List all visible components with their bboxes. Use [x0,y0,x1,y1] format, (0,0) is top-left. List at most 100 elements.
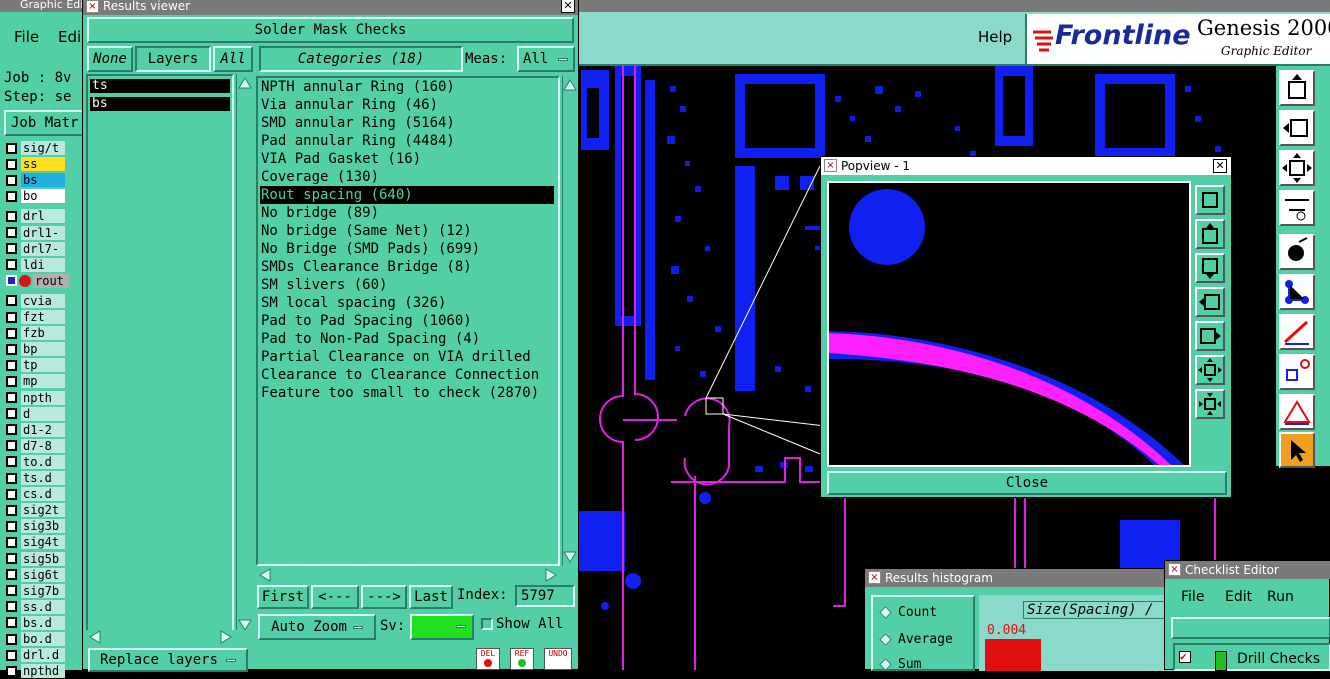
histogram-axis-label[interactable]: Size(Spacing) / [1023,601,1173,619]
checklist-menu-run[interactable]: Run [1267,589,1294,605]
layer-checkbox[interactable] [6,359,17,371]
pan-left-icon[interactable] [1195,287,1225,317]
layer-checkbox[interactable] [6,227,17,238]
layer-checkbox[interactable] [6,649,17,661]
pan-up-icon[interactable] [1195,219,1225,249]
layer-checkbox[interactable] [6,275,17,287]
layer-checkbox[interactable] [6,142,17,154]
layer-checkbox[interactable] [6,633,17,645]
category-item[interactable]: No Bridge (SMD Pads) (699) [260,240,554,258]
layer-checkbox[interactable] [6,472,17,484]
layer-checkbox[interactable] [6,440,17,452]
layer-row[interactable]: bp [6,341,65,357]
layer-list-hscrollbar[interactable] [86,630,252,644]
pan-down-icon[interactable] [1195,253,1225,283]
layer-row[interactable]: ts.d [6,470,65,486]
layer-selection-list[interactable]: ts bs [86,74,234,634]
zoom-in-icon[interactable] [1195,355,1225,385]
add-surface-icon[interactable] [1279,394,1315,430]
layers-none-button[interactable]: None [87,46,133,72]
layer-row[interactable]: fzb [6,325,65,341]
checklist-item-row[interactable]: ✔ Drill Checks [1173,643,1330,671]
category-item[interactable]: SMDs Clearance Bridge (8) [260,258,554,276]
window-up-icon[interactable] [1279,70,1315,106]
layer-row[interactable]: d1-2 [6,422,65,438]
layer-list-vscrollbar[interactable] [236,74,252,634]
layer-row[interactable]: sig5b [6,551,65,567]
layer-row[interactable]: drl7- [6,241,65,257]
layer-checkbox[interactable] [6,601,17,613]
checklist-menu-file[interactable]: File [1181,589,1204,605]
last-button[interactable]: Last [409,585,453,609]
layer-checkbox[interactable] [6,158,17,170]
layer-row[interactable]: npth [6,390,65,406]
category-item[interactable]: SM slivers (60) [260,276,554,294]
add-pad-icon[interactable] [1279,354,1315,390]
category-item[interactable]: No bridge (Same Net) (12) [260,222,554,240]
check-mark-icon[interactable]: ✔ [1179,651,1191,663]
popview-close-button[interactable]: Close [827,471,1227,495]
pan-right-icon[interactable] [1195,321,1225,351]
job-matrix-button[interactable]: Job Matr [4,110,86,136]
window-menu-icon[interactable]: × [86,0,99,13]
pointer-icon[interactable] [1279,432,1315,468]
zoom-out-icon[interactable] [1195,389,1225,419]
category-item[interactable]: Pad to Pad Spacing (1060) [260,312,554,330]
menu-file[interactable]: File [4,20,39,54]
layer-checkbox[interactable] [6,408,17,420]
histogram-bar[interactable] [985,639,1041,671]
checklist-menu-edit[interactable]: Edit [1225,589,1252,605]
layer-checkbox[interactable] [6,295,17,307]
layer-checkbox[interactable] [6,665,17,677]
layer-checkbox[interactable] [6,488,17,500]
category-item[interactable]: Clearance to Clearance Connection [260,366,554,384]
layer-row[interactable]: bo [6,188,65,204]
layer-checkbox[interactable] [6,243,17,255]
layer-row[interactable]: sig4t [6,534,65,550]
fit-window-icon[interactable] [1279,150,1315,186]
category-item[interactable]: Coverage (130) [260,168,554,186]
window-menu-icon[interactable]: × [824,159,837,172]
close-icon[interactable]: ✕ [1213,159,1227,173]
layer-row[interactable]: to.d [6,454,65,470]
category-item[interactable]: Feature too small to check (2870) [260,384,554,402]
menu-help[interactable]: Help [978,20,1012,54]
layer-row[interactable]: cs.d [6,486,65,502]
layer-row[interactable]: fzt [6,309,65,325]
category-hscrollbar[interactable] [256,568,562,582]
layer-list-item[interactable]: ts [90,79,230,93]
category-item[interactable]: VIA Pad Gasket (16) [260,150,554,168]
net-select-icon[interactable] [1279,274,1315,310]
zoom-box-icon[interactable] [1195,185,1225,215]
sv-color-dropdown[interactable] [410,614,474,640]
first-button[interactable]: First [257,585,309,609]
layer-checkbox[interactable] [6,424,17,436]
window-menu-icon[interactable]: × [868,571,881,584]
layer-checkbox[interactable] [6,585,17,597]
category-item[interactable]: NPTH annular Ring (160) [260,78,554,96]
layer-list-item[interactable]: bs [90,97,230,111]
show-all-checkbox[interactable] [481,618,493,630]
layer-row[interactable]: sig7b [6,583,65,599]
layer-row[interactable]: cvia [6,293,65,309]
layer-checkbox[interactable] [6,617,17,629]
category-item[interactable]: Via annular Ring (46) [260,96,554,114]
next-button[interactable]: ---> [361,585,407,609]
add-line-icon[interactable] [1279,314,1315,350]
popview-canvas[interactable] [827,181,1191,467]
category-item[interactable]: Partial Clearance on VIA drilled [260,348,554,366]
layer-checkbox[interactable] [6,392,17,403]
layer-row[interactable]: sig/t [6,140,65,156]
mode-average-option[interactable]: Average [879,632,953,647]
layer-row[interactable]: sig3b [6,518,65,534]
index-input[interactable]: 5797 [515,585,575,607]
layer-row[interactable]: mp [6,373,65,389]
category-item[interactable]: SM local spacing (326) [260,294,554,312]
layer-checkbox[interactable] [6,327,17,339]
layer-checkbox[interactable] [6,375,17,387]
window-left-icon[interactable] [1279,110,1315,146]
layer-row[interactable]: drl.d [6,647,65,663]
layer-checkbox[interactable] [6,520,17,532]
layer-checkbox[interactable] [6,174,17,186]
category-vscrollbar[interactable] [562,76,577,566]
